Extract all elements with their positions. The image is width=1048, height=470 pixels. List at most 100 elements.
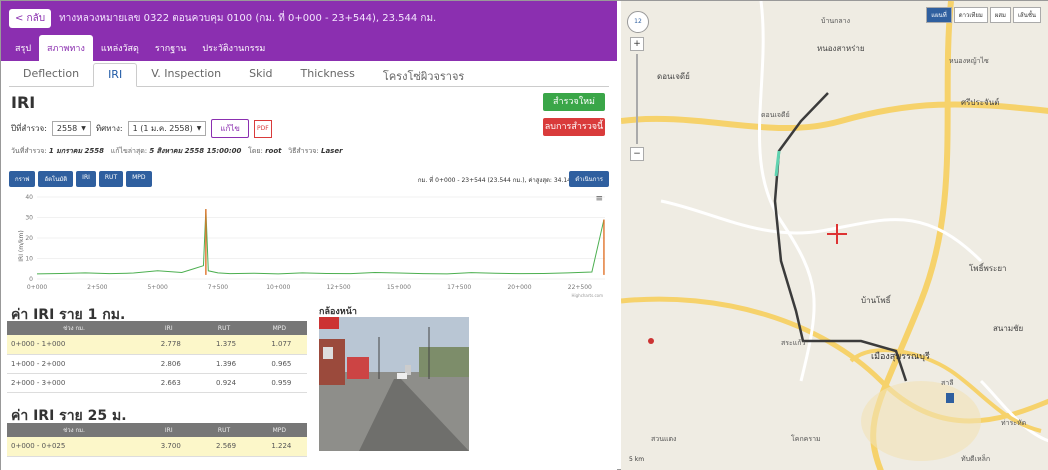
map-label: หนองหญ้าไซ <box>949 56 989 65</box>
tab-summary[interactable]: สรุป <box>7 35 39 61</box>
year-value: 2558 <box>56 124 78 133</box>
updated-date: 5 สิงหาคม 2558 15:00:00 <box>149 147 242 155</box>
map-zoom-indicator[interactable]: 12 <box>627 11 649 33</box>
cell: 2.569 <box>196 437 252 457</box>
tab-deflection[interactable]: Deflection <box>9 63 93 86</box>
tab-history[interactable]: ประวัติงานกรรม <box>194 35 273 61</box>
chevron-down-icon: ▼ <box>81 125 86 132</box>
tab-pavement-structure[interactable]: โครงโซ่ผิวจราจร <box>369 63 478 86</box>
tab-skid[interactable]: Skid <box>235 63 286 86</box>
col-mpd: MPD <box>251 321 307 335</box>
year-label: ปีที่สำรวจ: <box>11 124 47 133</box>
year-select[interactable]: 2558 ▼ <box>51 121 91 136</box>
direction-select[interactable]: 1 (1 ม.ค. 2558) ▼ <box>127 121 207 136</box>
col-range: ช่วง กม. <box>7 321 142 335</box>
survey-date-label: วันที่สำรวจ: <box>11 147 47 155</box>
map-label: โพธิ์พระยา <box>969 262 1007 273</box>
front-camera-title: กล้องหน้า <box>319 307 357 317</box>
direction-value: 1 (1 ม.ค. 2558) <box>132 124 193 133</box>
iri-1km-table: ช่วง กม. IRI RUT MPD 0+000 - 1+000 2.778… <box>7 321 307 393</box>
delete-survey-button[interactable]: ลบการสำรวจนี้ <box>543 118 605 136</box>
chart-menu-icon[interactable]: ≡ <box>595 194 603 204</box>
pdf-icon[interactable]: PDF <box>253 119 272 138</box>
tab-condition[interactable]: สภาพทาง <box>39 35 93 61</box>
y-tick-label: 0 <box>29 276 33 283</box>
map-panel[interactable]: บ้านกลาง หนองสาหร่าย ดอนเจดีย์ หนองหญ้าไ… <box>621 1 1048 470</box>
col-range: ช่วง กม. <box>7 423 142 437</box>
x-tick-label: 22+500 <box>568 284 592 291</box>
tab-v-inspection[interactable]: V. Inspection <box>137 63 235 86</box>
map-type-satellite[interactable]: ดาวเทียม <box>953 7 988 23</box>
cell: 1.077 <box>251 335 307 355</box>
cell: 2+000 - 3+000 <box>7 373 142 393</box>
tab-materials[interactable]: แหล่งวัสดุ <box>93 35 147 61</box>
map-label: หนองสาหร่าย <box>817 44 865 53</box>
tab-foundation[interactable]: รากฐาน <box>147 35 195 61</box>
map-scale: 5 km <box>629 456 645 463</box>
map-label: สวนแตง <box>651 435 676 443</box>
col-iri: IRI <box>141 423 197 437</box>
table-row[interactable]: 2+000 - 3+000 2.663 0.924 0.959 <box>7 373 307 393</box>
mpd-toggle[interactable]: MPD <box>126 171 152 187</box>
iri-toggle[interactable]: IRI <box>76 171 96 187</box>
main-tabs: สรุป สภาพทาง แหล่งวัสดุ รากฐาน ประวัติงา… <box>1 35 617 61</box>
map-label: ท่าระหัด <box>1001 419 1026 427</box>
col-mpd: MPD <box>251 423 307 437</box>
table-row[interactable]: 0+000 - 0+025 3.700 2.569 1.224 <box>7 437 307 457</box>
zoom-slider[interactable] <box>636 54 638 144</box>
table-row[interactable]: 0+000 - 1+000 2.778 1.375 1.077 <box>7 335 307 355</box>
map-type-hybrid[interactable]: ผสม <box>989 7 1011 23</box>
x-tick-label: 15+000 <box>387 284 411 291</box>
front-camera-image[interactable] <box>319 317 469 451</box>
map-label: บ้านโพธิ์ <box>861 294 892 305</box>
graph-button[interactable]: กราฟ <box>9 171 36 187</box>
auto-button[interactable]: อัตโนมัติ <box>38 171 74 187</box>
survey-date: 1 มกราคม 2558 <box>48 147 104 155</box>
map-type-map[interactable]: แผนที่ <box>926 7 952 23</box>
y-tick-label: 20 <box>25 235 33 242</box>
map-label: ดอนเจดีย์ <box>657 71 690 81</box>
map-label: ศรีประจันต์ <box>961 97 999 107</box>
edit-button[interactable]: แก้ไข <box>211 119 249 138</box>
cell: 2.806 <box>141 354 197 374</box>
tab-thickness[interactable]: Thickness <box>287 63 369 86</box>
iri-chart: 0 10 20 30 40 0+000 2+500 5+000 7+500 10+000 12+50… <box>18 194 605 298</box>
table-row[interactable]: 1+000 - 2+000 2.806 1.396 0.965 <box>7 354 307 374</box>
back-button[interactable]: < กลับ <box>9 8 52 28</box>
new-survey-button[interactable]: สำรวจใหม่ <box>543 93 605 111</box>
map-label: บ้านกลาง <box>821 17 850 25</box>
sub-tabs: Deflection IRI V. Inspection Skid Thickn… <box>9 63 609 87</box>
rut-toggle[interactable]: RUT <box>98 171 124 187</box>
tab-iri[interactable]: IRI <box>93 63 138 87</box>
by-label: โดย: <box>248 147 263 155</box>
cell: 1.224 <box>251 437 307 457</box>
y-tick-label: 10 <box>25 256 33 263</box>
updated-label: แก้ไขล่าสุด: <box>110 147 148 155</box>
range-info: กม. ที่ 0+000 - 23+544 (23.544 กม.), ค่า… <box>417 177 571 184</box>
road-title: ทางหลวงหมายเลข 0322 ตอนควบคุม 0100 (กม. … <box>59 12 437 24</box>
map-label: สระแก้ว <box>781 339 806 347</box>
map-type-switcher: แผนที่ ดาวเทียม ผสม เส้นชั้น <box>926 7 1041 23</box>
series-line-iri <box>36 209 605 275</box>
title-bar: < กลับ ทางหลวงหมายเลข 0322 ตอนควบคุม 010… <box>1 1 617 35</box>
x-tick-label: 17+500 <box>447 284 471 291</box>
by-value: root <box>265 147 282 155</box>
x-tick-label: 5+000 <box>147 284 167 291</box>
col-iri: IRI <box>141 321 197 335</box>
graph-toolbar: กราฟ อัตโนมัติ IRI RUT MPD <box>9 171 152 187</box>
col-rut: RUT <box>196 423 252 437</box>
zoom-in-icon[interactable]: + <box>630 37 644 51</box>
y-tick-label: 30 <box>25 215 33 222</box>
map-type-terrain[interactable]: เส้นชั้น <box>1013 7 1041 23</box>
range-button[interactable]: ดำเนินการ <box>569 171 609 187</box>
section-heading: IRI <box>11 93 36 112</box>
screen: < กลับ ทางหลวงหมายเลข 0322 ตอนควบคุม 010… <box>0 0 1048 470</box>
map-label: ทับตีเหล็ก <box>961 454 990 463</box>
iri-25m-table: ช่วง กม. IRI RUT MPD 0+000 - 0+025 3.700… <box>7 423 307 457</box>
method-value: Laser <box>321 147 343 155</box>
zoom-out-icon[interactable]: − <box>630 147 644 161</box>
map-label: สาลี <box>941 379 954 387</box>
cell: 2.663 <box>141 373 197 393</box>
direction-label: ทิศทาง: <box>95 124 123 133</box>
road-detail-panel: < กลับ ทางหลวงหมายเลข 0322 ตอนควบคุม 010… <box>1 1 617 470</box>
